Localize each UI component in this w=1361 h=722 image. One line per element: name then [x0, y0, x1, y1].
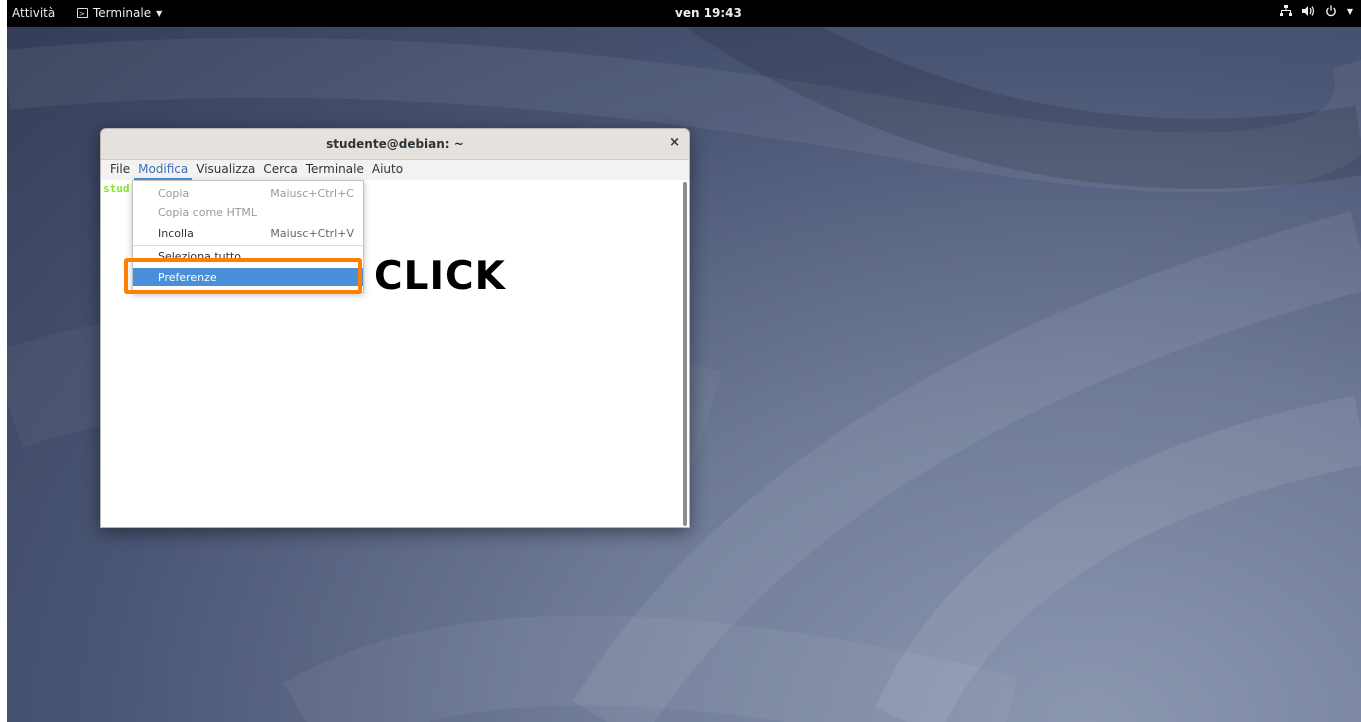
scrollbar[interactable]	[683, 182, 687, 526]
menu-item-incolla[interactable]: Incolla Maiusc+Ctrl+V	[133, 224, 363, 242]
app-menu[interactable]: >_ Terminale ▼	[77, 6, 162, 20]
menu-item-label: Copia come HTML	[158, 206, 258, 219]
terminal-icon: >_	[77, 8, 89, 18]
top-bar: Attività >_ Terminale ▼ ven 19:43 ▼	[7, 0, 1361, 27]
window-title: studente@debian: ~	[326, 137, 464, 151]
menu-modifica[interactable]: Modifica	[134, 160, 193, 180]
app-menu-label: Terminale	[93, 6, 152, 20]
window-titlebar[interactable]: studente@debian: ~ ×	[101, 129, 689, 160]
shell-prompt: stud	[103, 182, 130, 195]
menu-item-copia-html[interactable]: Copia come HTML	[133, 203, 363, 221]
menu-item-label: Incolla	[158, 227, 194, 240]
menu-separator	[133, 245, 363, 246]
menu-file[interactable]: File	[106, 160, 134, 180]
chevron-down-icon: ▼	[1346, 6, 1353, 16]
system-tray[interactable]: ▼	[1279, 5, 1353, 17]
menu-item-copia[interactable]: Copia Maiusc+Ctrl+C	[133, 184, 363, 202]
click-annotation: CLICK	[374, 254, 506, 299]
power-icon	[1325, 5, 1336, 17]
click-highlight-box	[124, 258, 362, 294]
menu-bar: File Modifica Visualizza Cerca Terminale…	[101, 160, 689, 181]
close-icon[interactable]: ×	[669, 135, 680, 150]
screen-border	[0, 0, 7, 722]
volume-icon	[1301, 6, 1314, 16]
clock[interactable]: ven 19:43	[675, 6, 742, 20]
activities-button[interactable]: Attività	[12, 6, 55, 20]
menu-aiuto[interactable]: Aiuto	[368, 160, 407, 180]
menu-visualizza[interactable]: Visualizza	[192, 160, 259, 180]
menu-item-shortcut: Maiusc+Ctrl+C	[270, 187, 354, 200]
menu-item-shortcut: Maiusc+Ctrl+V	[270, 227, 354, 240]
chevron-down-icon: ▼	[156, 8, 163, 18]
network-icon	[1279, 5, 1292, 16]
menu-cerca[interactable]: Cerca	[259, 160, 301, 180]
menu-terminale[interactable]: Terminale	[302, 160, 368, 180]
menu-item-label: Copia	[158, 187, 190, 200]
